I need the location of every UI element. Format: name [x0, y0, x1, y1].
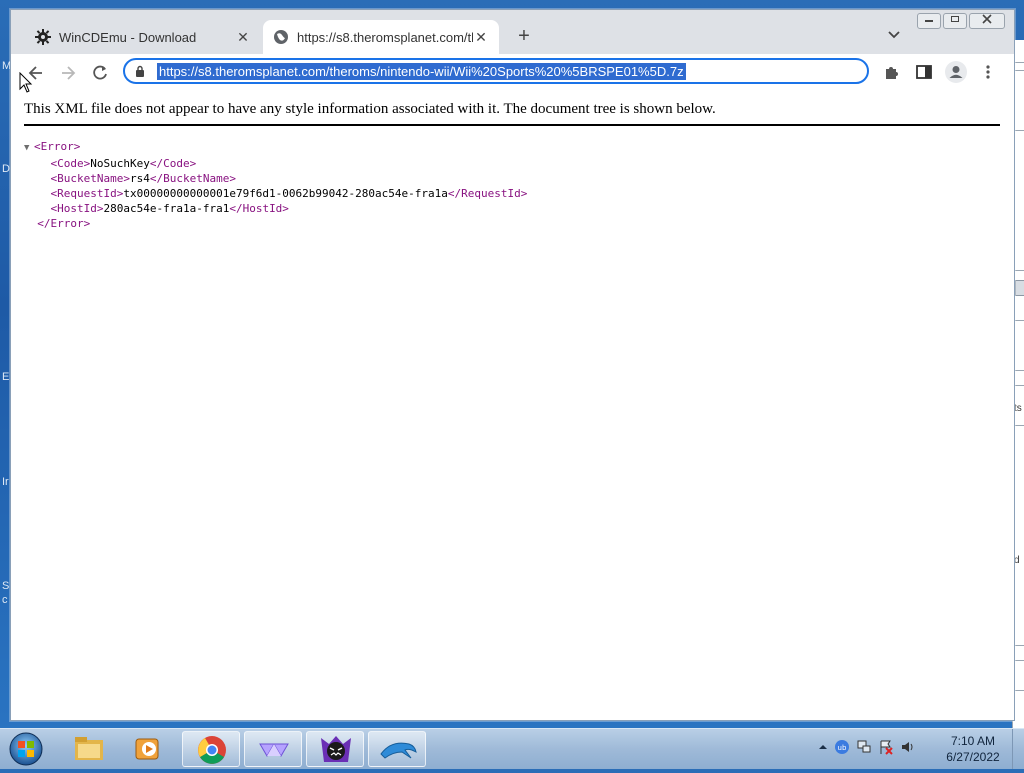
tab-close-button[interactable]: ✕: [235, 29, 251, 46]
taskbar-media-player-button[interactable]: [120, 731, 178, 767]
xml-tag: </RequestId>: [447, 187, 528, 200]
background-text-fragment: ts: [1014, 403, 1022, 414]
window-close-button[interactable]: [969, 13, 1005, 29]
taskbar: ub 7:10 AM 6/27/2022: [0, 728, 1024, 769]
taskbar-app-triangles-button[interactable]: [244, 731, 302, 767]
volume-icon[interactable]: [900, 739, 916, 755]
close-icon: [982, 14, 992, 24]
desktop-label-fragment: Ir: [2, 476, 9, 488]
network-icon[interactable]: [856, 739, 872, 755]
tab-title: WinCDEmu - Download: [59, 29, 197, 45]
browser-toolbar: https://s8.theromsplanet.com/theroms/nin…: [11, 54, 1014, 92]
xml-value: NoSuchKey: [90, 157, 150, 170]
profile-avatar[interactable]: [945, 61, 967, 83]
mouse-cursor-icon: [19, 72, 33, 93]
tab-close-button[interactable]: ✕: [473, 29, 489, 46]
extensions-puzzle-icon[interactable]: [883, 63, 901, 81]
new-tab-button[interactable]: +: [514, 26, 534, 46]
page-content: This XML file does not appear to have an…: [11, 92, 1014, 720]
address-bar[interactable]: https://s8.theromsplanet.com/theroms/nin…: [123, 58, 869, 84]
minimize-icon: [925, 20, 933, 22]
action-center-flag-icon[interactable]: [878, 739, 894, 755]
taskbar-dolphin-button[interactable]: [368, 731, 426, 767]
clock-date: 6/27/2022: [946, 750, 1000, 764]
background-dropdown-arrow: [1015, 280, 1024, 296]
xml-tag: <Code>: [50, 157, 91, 170]
xml-root-open[interactable]: ▼ <Error>: [24, 139, 527, 156]
kebab-menu-icon[interactable]: [979, 63, 997, 81]
xml-tag: </Code>: [149, 157, 197, 170]
triangles-app-icon: [259, 743, 289, 757]
chevron-up-icon[interactable]: [818, 742, 828, 752]
system-tray: ub: [818, 739, 916, 755]
taskbar-clock[interactable]: 7:10 AM 6/27/2022: [938, 733, 1008, 765]
folder-icon: [75, 737, 103, 760]
xml-tag: <BucketName>: [50, 172, 130, 185]
collapse-triangle-icon[interactable]: ▼: [24, 141, 34, 156]
xml-tag: </BucketName>: [149, 172, 236, 185]
media-player-icon: [135, 738, 159, 760]
tab-theromsplanet[interactable]: https://s8.theromsplanet.com/the ✕: [263, 20, 499, 54]
xml-tag: </Error>: [37, 217, 91, 230]
xml-root-close: </Error>: [24, 216, 527, 231]
forward-arrow-icon[interactable]: [57, 62, 79, 84]
xml-style-notice: This XML file does not appear to have an…: [24, 101, 1000, 126]
desktop-label-fragment: D: [2, 163, 10, 175]
side-panel-icon[interactable]: [915, 63, 933, 81]
chevron-down-icon[interactable]: [887, 28, 901, 42]
lock-icon[interactable]: [135, 65, 145, 77]
dolphin-icon: [380, 742, 417, 759]
maximize-button[interactable]: [943, 13, 967, 29]
window-controls: [917, 13, 1005, 29]
xml-line-hostid: <HostId>280ac54e-fra1a-fra1</HostId>: [24, 201, 527, 216]
chrome-icon: [198, 736, 226, 764]
desktop-label-fragment: c: [2, 594, 8, 606]
clock-time: 7:10 AM: [950, 734, 996, 748]
restore-icon: [951, 16, 959, 22]
xml-line-requestid: <RequestId>tx00000000000001e79f6d1-0062b…: [24, 186, 528, 201]
ublock-icon[interactable]: ub: [834, 739, 850, 755]
desktop-label-fragment: S: [2, 580, 10, 592]
mascot-app-icon: [321, 736, 351, 762]
url-text[interactable]: https://s8.theromsplanet.com/theroms/nin…: [157, 62, 686, 80]
show-desktop-button[interactable]: [1012, 729, 1024, 769]
reload-icon[interactable]: [89, 62, 111, 84]
taskbar-explorer-button[interactable]: [60, 731, 118, 767]
xml-tag: <Error>: [34, 140, 81, 153]
xml-tag: <HostId>: [50, 202, 104, 215]
xml-tag: </HostId>: [229, 202, 289, 215]
xml-line-code: <Code>NoSuchKey</Code>: [24, 156, 527, 171]
minimize-button[interactable]: [917, 13, 941, 29]
gear-icon: [35, 29, 51, 45]
globe-icon: [274, 30, 288, 44]
xml-value: rs4: [129, 172, 150, 185]
windows-start-button[interactable]: [6, 730, 46, 768]
xml-tree: ▼ <Error> <Code>NoSuchKey</Code> <BucketN…: [24, 139, 527, 231]
xml-value: tx00000000000001e79f6d1-0062b99042-280ac…: [123, 187, 448, 200]
tab-wincdemu[interactable]: WinCDEmu - Download ✕: [25, 20, 261, 54]
tab-title: https://s8.theromsplanet.com/the: [297, 29, 473, 45]
xml-value: 280ac54e-fra1a-fra1: [103, 202, 230, 215]
xml-tag: <RequestId>: [50, 187, 124, 200]
tab-strip: WinCDEmu - Download ✕ https://s8.theroms…: [11, 10, 1014, 54]
desktop-label-fragment: E: [2, 371, 10, 383]
svg-text:ub: ub: [838, 744, 847, 752]
person-icon: [949, 66, 963, 78]
taskbar-app-mascot-button[interactable]: [306, 731, 364, 767]
browser-window: WinCDEmu - Download ✕ https://s8.theroms…: [10, 9, 1015, 721]
taskbar-chrome-button[interactable]: [182, 731, 240, 767]
xml-line-bucketname: <BucketName>rs4</BucketName>: [24, 171, 527, 186]
